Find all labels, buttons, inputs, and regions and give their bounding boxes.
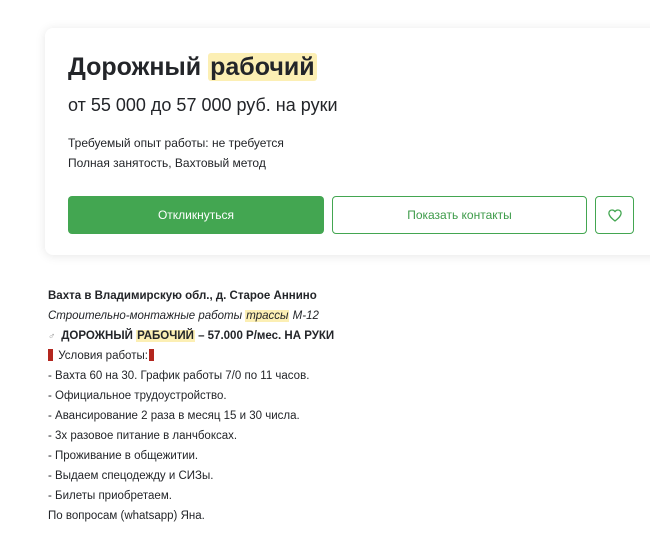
headline-highlight: РАБОЧИЙ bbox=[136, 330, 195, 342]
show-contacts-button[interactable]: Показать контакты bbox=[332, 196, 587, 234]
vacancy-description: Вахта в Владимирскую обл., д. Старое Анн… bbox=[48, 286, 628, 526]
page: Дорожный рабочий от 55 000 до 57 000 руб… bbox=[0, 0, 650, 539]
list-item: - 3х разовое питание в ланчбоксах. bbox=[48, 430, 238, 442]
respond-button[interactable]: Откликнуться bbox=[68, 196, 324, 234]
subtitle-text-end: М-12 bbox=[289, 310, 319, 322]
title-text: Дорожный bbox=[68, 53, 209, 81]
description-headline: ♂ ДОРОЖНЫЙ РАБОЧИЙ – 57.000 Р/мес. НА РУ… bbox=[48, 326, 628, 346]
contact-info: По вопросам (whatsapp) Яна. bbox=[48, 510, 205, 522]
vacancy-title: Дорожный рабочий bbox=[68, 50, 317, 84]
headline-text-end: – 57.000 Р/мес. НА РУКИ bbox=[194, 330, 335, 342]
title-highlight: рабочий bbox=[208, 53, 317, 81]
vacancy-card: Дорожный рабочий от 55 000 до 57 000 руб… bbox=[45, 28, 650, 255]
list-item: - Проживание в общежитии. bbox=[48, 450, 199, 462]
conditions-label: Условия работы: bbox=[55, 350, 148, 362]
headline-text: ДОРОЖНЫЙ bbox=[58, 330, 137, 342]
salary: от 55 000 до 57 000 руб. на руки bbox=[68, 95, 338, 115]
favorite-button[interactable] bbox=[595, 196, 634, 234]
description-location: Вахта в Владимирскую обл., д. Старое Анн… bbox=[48, 290, 317, 302]
red-marker-icon bbox=[48, 349, 53, 361]
subtitle-text: Строительно-монтажные работы bbox=[48, 310, 246, 322]
list-item: - Вахта 60 на 30. График работы 7/0 по 1… bbox=[48, 370, 310, 382]
red-marker-icon bbox=[148, 349, 154, 361]
list-item: - Билеты приобретаем. bbox=[48, 490, 172, 502]
subtitle-highlight: трассы bbox=[245, 310, 290, 322]
man-icon: ♂ bbox=[48, 331, 56, 342]
conditions-heading: Условия работы: bbox=[48, 346, 628, 366]
list-item: - Официальное трудоустройство. bbox=[48, 390, 227, 402]
list-item: - Авансирование 2 раза в месяц 15 и 30 ч… bbox=[48, 410, 300, 422]
employment-type: Полная занятость, Вахтовый метод bbox=[68, 156, 266, 170]
description-subtitle: Строительно-монтажные работы трассы М-12 bbox=[48, 306, 628, 326]
heart-icon bbox=[607, 208, 622, 222]
experience-requirement: Требуемый опыт работы: не требуется bbox=[68, 136, 284, 150]
list-item: - Выдаем спецодежду и СИЗы. bbox=[48, 470, 214, 482]
